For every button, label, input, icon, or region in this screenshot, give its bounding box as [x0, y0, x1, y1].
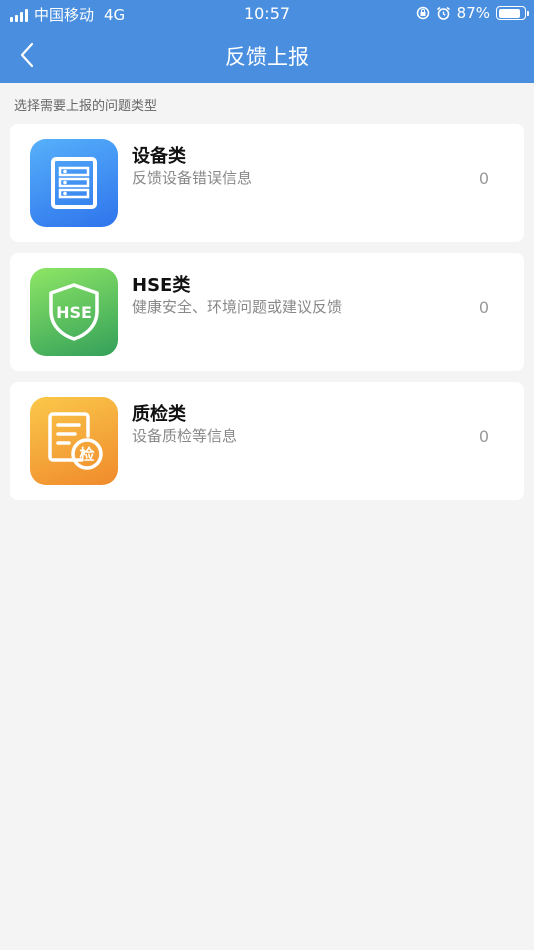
battery-fill [498, 8, 521, 18]
status-bar: 中国移动 4G 10:57 87% [0, 0, 534, 28]
inspection-document-icon: 检 [30, 397, 118, 485]
shield-hse-icon: HSE [30, 268, 118, 356]
category-count: 0 [478, 427, 489, 446]
category-desc: 健康安全、环境问题或建议反馈 [132, 298, 343, 316]
category-count: 0 [478, 169, 489, 188]
category-desc: 反馈设备错误信息 [132, 169, 253, 187]
battery-percent: 87% [456, 4, 490, 22]
category-card-hse[interactable]: HSE HSE类 健康安全、环境问题或建议反馈 0 [10, 253, 524, 371]
category-card-quality[interactable]: 检 质检类 设备质检等信息 0 [10, 382, 524, 500]
status-right: 87% [416, 4, 529, 22]
alarm-icon [436, 6, 450, 20]
hse-icon-text: HSE [56, 303, 92, 322]
category-card-equipment[interactable]: 设备类 反馈设备错误信息 0 [10, 124, 524, 242]
category-title: HSE类 [132, 275, 191, 296]
orientation-lock-icon [416, 6, 429, 20]
battery-icon [496, 6, 529, 20]
inspection-icon-text: 检 [79, 446, 94, 464]
category-title: 设备类 [132, 146, 186, 167]
category-count: 0 [478, 298, 489, 317]
server-icon [30, 139, 118, 227]
page-title: 反馈上报 [225, 45, 309, 69]
category-desc: 设备质检等信息 [132, 427, 238, 445]
category-title: 质检类 [132, 404, 186, 425]
app-header: 中国移动 4G 10:57 87% 反馈上报 [0, 0, 534, 83]
section-label: 选择需要上报的问题类型 [14, 99, 158, 114]
